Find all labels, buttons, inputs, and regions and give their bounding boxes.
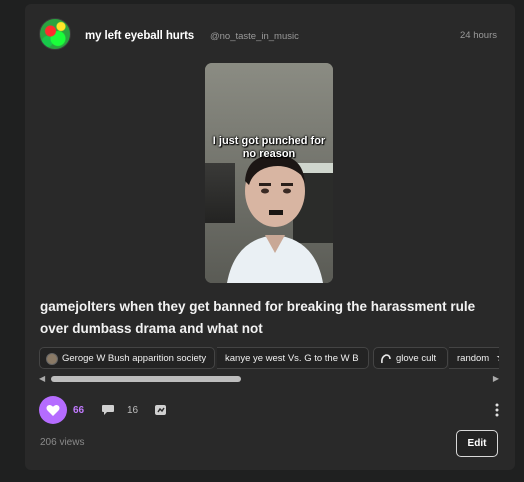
star-icon: ★ [496,351,499,364]
tags-scrollbar[interactable]: ◀ ▶ [39,374,499,384]
edit-button[interactable]: Edit [456,430,498,457]
view-count: 206 views [40,437,85,448]
scroll-left-arrow-icon[interactable]: ◀ [39,374,45,383]
post-body-text: gamejolters when they get banned for bre… [40,299,476,336]
tag-label: random [457,353,490,364]
tag-label: kanye ye west Vs. G to the W B [225,353,359,364]
video-frame-image [205,63,333,283]
post-header: my left eyeball hurts @no_taste_in_music… [39,18,501,52]
glove-icon [380,353,392,365]
tag-kanye[interactable]: kanye ye west Vs. G to the W B [217,347,369,369]
tag-label: glove cult [396,353,437,364]
user-handle[interactable]: @no_taste_in_music [210,31,299,42]
post-actions: 66 16 [39,396,501,424]
avatar[interactable] [39,18,71,50]
tag-bush-society[interactable]: Geroge W Bush apparition society [39,347,215,369]
bush-icon [46,353,58,365]
post-card: my left eyeball hurts @no_taste_in_music… [25,4,515,470]
like-button[interactable] [39,396,67,424]
username[interactable]: my left eyeball hurts [85,30,194,42]
share-icon[interactable] [154,403,168,417]
video-caption: I just got punched for no reason [212,135,326,160]
heart-icon [46,404,60,416]
like-count[interactable]: 66 [73,405,84,416]
tag-label: Geroge W Bush apparition society [62,353,207,364]
tag-random[interactable]: random ★ [449,347,499,369]
tag-glove-cult[interactable]: glove cult [373,347,448,369]
comment-icon[interactable] [101,404,115,416]
post-video-thumbnail[interactable]: I just got punched for no reason [205,63,333,283]
scroll-right-arrow-icon[interactable]: ▶ [493,374,499,383]
post-timestamp[interactable]: 24 hours [460,30,497,41]
comment-count[interactable]: 16 [127,405,138,416]
more-options-icon[interactable] [493,402,501,418]
scrollbar-thumb[interactable] [51,376,241,382]
community-tags: Geroge W Bush apparition society kanye y… [39,347,499,371]
